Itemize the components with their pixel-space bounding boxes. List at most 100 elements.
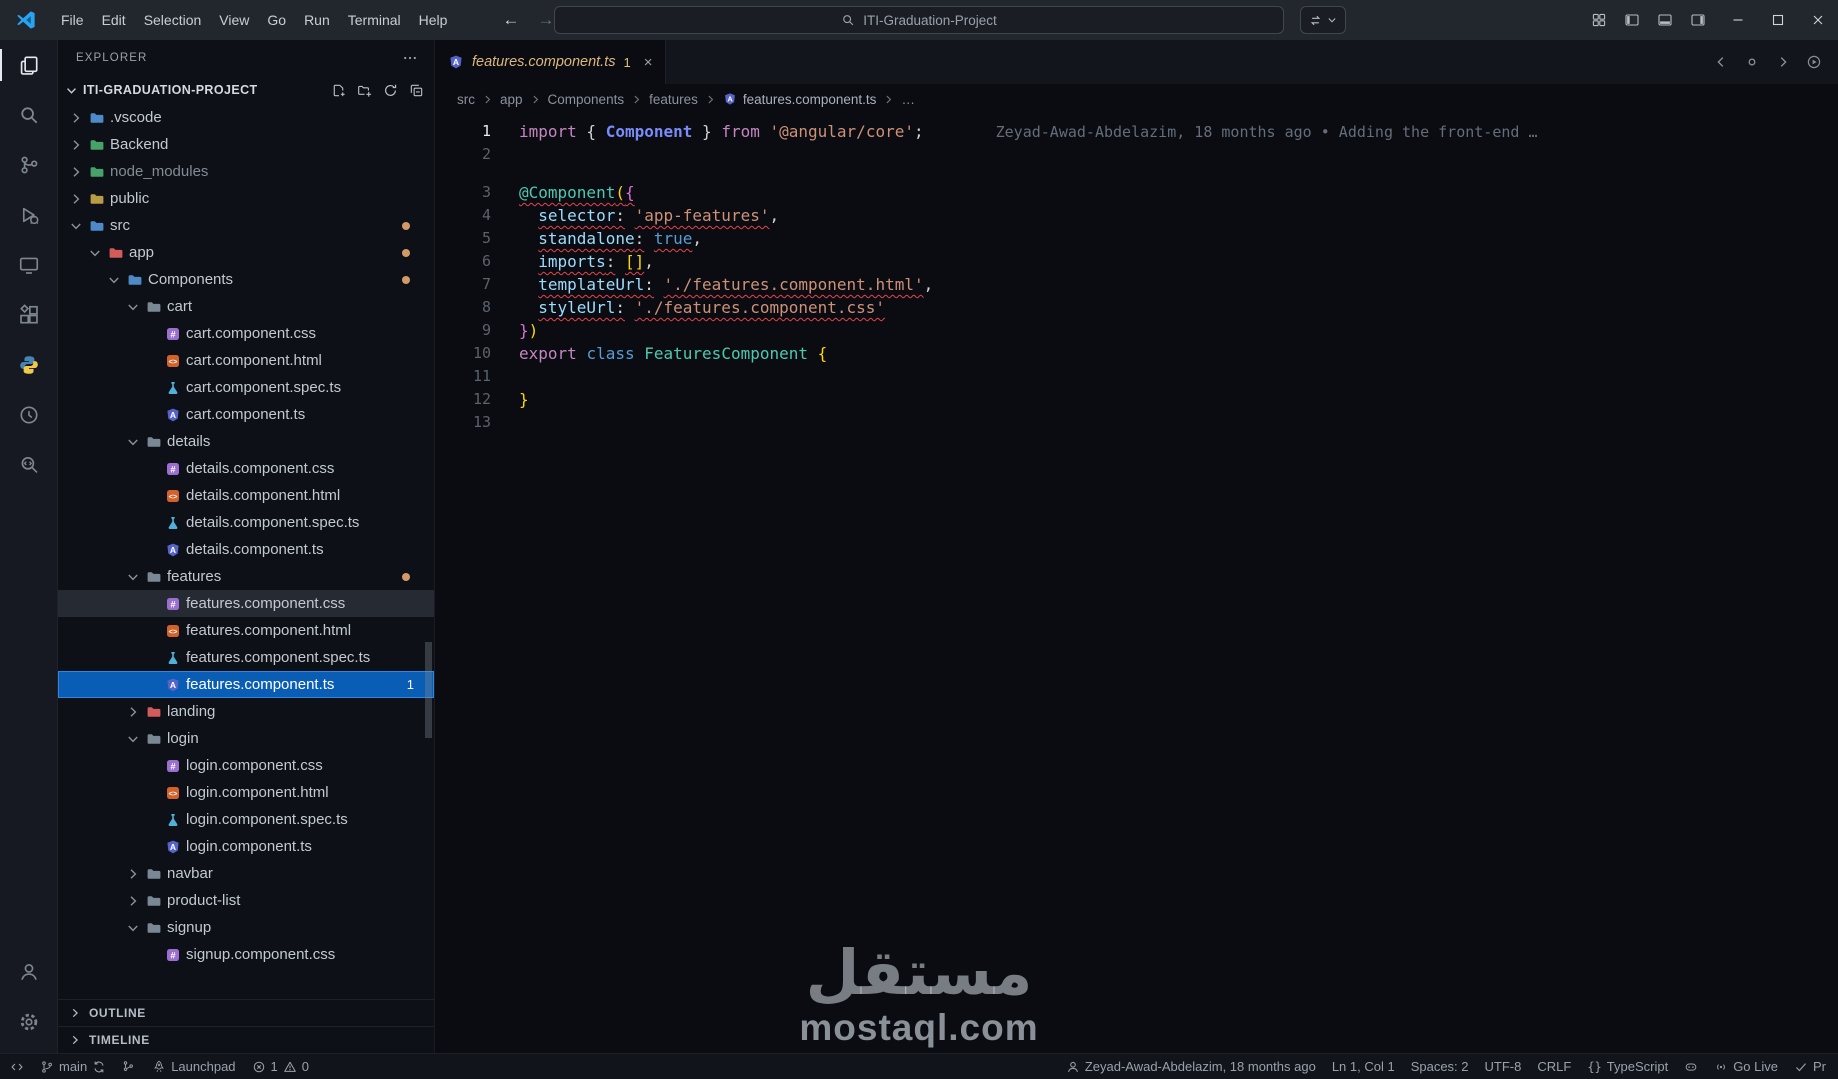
breadcrumb-item[interactable]: app: [500, 92, 523, 107]
code-line-2[interactable]: 2: [435, 143, 1838, 166]
file-features.component.spec.ts[interactable]: features.component.spec.ts: [58, 644, 434, 671]
folder-login[interactable]: login: [58, 725, 434, 752]
code-line-6[interactable]: 6 imports: [],: [435, 250, 1838, 273]
file-details.component.spec.ts[interactable]: details.component.spec.ts: [58, 509, 434, 536]
menu-view[interactable]: View: [210, 7, 258, 33]
folder-Backend[interactable]: Backend: [58, 131, 434, 158]
code-line-4[interactable]: 4 selector: 'app-features',: [435, 204, 1838, 227]
status-problems[interactable]: 10: [252, 1059, 309, 1074]
breadcrumb-more[interactable]: …: [901, 92, 915, 107]
history-forward-icon[interactable]: →: [537, 10, 554, 30]
code-line-13[interactable]: 13: [435, 411, 1838, 434]
file-details.component.css[interactable]: # details.component.css: [58, 455, 434, 482]
refresh-explorer-icon[interactable]: [383, 83, 398, 98]
editor-nav-forward-icon[interactable]: [1775, 54, 1791, 70]
file-features.component.html[interactable]: <> features.component.html: [58, 617, 434, 644]
folder-navbar[interactable]: navbar: [58, 860, 434, 887]
section-outline[interactable]: OUTLINE: [58, 999, 434, 1026]
folder-app[interactable]: app: [58, 239, 434, 266]
status-remote-indicator[interactable]: [10, 1060, 24, 1074]
status-encoding[interactable]: UTF-8: [1485, 1059, 1522, 1074]
menu-go[interactable]: Go: [258, 7, 295, 33]
status-eol[interactable]: CRLF: [1537, 1059, 1571, 1074]
breadcrumb-item[interactable]: Components: [548, 92, 625, 107]
file-details.component.ts[interactable]: Adetails.component.ts: [58, 536, 434, 563]
editor-nav-back-icon[interactable]: [1713, 54, 1729, 70]
activity-search[interactable]: [0, 90, 57, 140]
folder-features[interactable]: features: [58, 563, 434, 590]
sidebar-scrollbar[interactable]: [425, 642, 432, 738]
status-scm-graph[interactable]: [122, 1060, 136, 1074]
maximize-button[interactable]: [1758, 0, 1798, 40]
status-copilot[interactable]: [1684, 1060, 1698, 1074]
file-details.component.html[interactable]: <> details.component.html: [58, 482, 434, 509]
status-indentation[interactable]: Spaces: 2: [1411, 1059, 1469, 1074]
activity-python[interactable]: [0, 340, 57, 390]
file-features.component.ts[interactable]: Afeatures.component.ts 1: [58, 671, 434, 698]
file-features.component.css[interactable]: # features.component.css: [58, 590, 434, 617]
activity-explorer[interactable]: [0, 40, 57, 90]
folder-src[interactable]: src: [58, 212, 434, 239]
toggle-panel-icon[interactable]: [1657, 12, 1673, 28]
breadcrumb-file[interactable]: features.component.ts: [743, 92, 877, 107]
tab-features-component-ts[interactable]: A features.component.ts 1 ×: [435, 40, 667, 84]
editor-nav-dot-icon[interactable]: [1744, 54, 1760, 70]
folder-landing[interactable]: landing: [58, 698, 434, 725]
menu-terminal[interactable]: Terminal: [339, 7, 410, 33]
folder-signup[interactable]: signup: [58, 914, 434, 941]
status-cursor-position[interactable]: Ln 1, Col 1: [1332, 1059, 1395, 1074]
menu-help[interactable]: Help: [410, 7, 457, 33]
project-root[interactable]: ITI-GRADUATION-PROJECT: [58, 76, 434, 104]
collapse-folders-icon[interactable]: [409, 83, 424, 98]
code-line-10[interactable]: 10 export class FeaturesComponent {: [435, 342, 1838, 365]
customize-layout-icon[interactable]: [1591, 12, 1607, 28]
code-line-7[interactable]: 7 templateUrl: './features.component.htm…: [435, 273, 1838, 296]
code-line-9[interactable]: 9}): [435, 319, 1838, 342]
file-cart.component.ts[interactable]: Acart.component.ts: [58, 401, 434, 428]
toggle-secondary-sidebar-icon[interactable]: [1690, 12, 1706, 28]
status-git-blame[interactable]: Zeyad-Awad-Abdelazim, 18 months ago: [1066, 1059, 1316, 1074]
new-file-icon[interactable]: [331, 83, 346, 98]
status-language-mode[interactable]: {} TypeScript: [1587, 1059, 1668, 1074]
folder-public[interactable]: public: [58, 185, 434, 212]
menu-edit[interactable]: Edit: [93, 7, 135, 33]
code-line-1[interactable]: 1 import { Component } from '@angular/cor…: [435, 120, 1838, 143]
folder-cart[interactable]: cart: [58, 293, 434, 320]
activity-extensions[interactable]: [0, 290, 57, 340]
file-login.component.html[interactable]: <> login.component.html: [58, 779, 434, 806]
menu-selection[interactable]: Selection: [135, 7, 211, 33]
close-button[interactable]: [1798, 0, 1838, 40]
activity-run-and-debug[interactable]: [0, 190, 57, 240]
breadcrumb-item[interactable]: features: [649, 92, 698, 107]
code-line-3[interactable]: 3 @Component({: [435, 181, 1838, 204]
activity-live-share[interactable]: [0, 390, 57, 440]
section-timeline[interactable]: TIMELINE: [58, 1026, 434, 1053]
status-prettier[interactable]: Pr: [1794, 1059, 1826, 1074]
new-folder-icon[interactable]: [357, 83, 372, 98]
close-tab-icon[interactable]: ×: [644, 55, 653, 70]
code-line-8[interactable]: 8 styleUrl: './features.component.css': [435, 296, 1838, 319]
folder-node_modules[interactable]: node_modules: [58, 158, 434, 185]
menu-file[interactable]: File: [52, 7, 93, 33]
file-login.component.css[interactable]: # login.component.css: [58, 752, 434, 779]
activity-code-search[interactable]: [0, 440, 57, 490]
code-line-11[interactable]: 11: [435, 365, 1838, 388]
breadcrumb-item[interactable]: src: [457, 92, 475, 107]
activity-remote-explorer[interactable]: [0, 240, 57, 290]
status-go-live[interactable]: Go Live: [1714, 1059, 1778, 1074]
code-line-5[interactable]: 5 standalone: true,: [435, 227, 1838, 250]
folder-Components[interactable]: Components: [58, 266, 434, 293]
activity-source-control[interactable]: [0, 140, 57, 190]
toggle-primary-sidebar-icon[interactable]: [1624, 12, 1640, 28]
folder-.vscode[interactable]: .vscode: [58, 104, 434, 131]
folder-details[interactable]: details: [58, 428, 434, 455]
status-launchpad[interactable]: Launchpad: [152, 1059, 236, 1074]
more-actions-icon[interactable]: [402, 50, 418, 66]
command-center-search[interactable]: ITI-Graduation-Project: [554, 6, 1284, 34]
command-center-menu[interactable]: [1300, 6, 1346, 34]
folder-product-list[interactable]: product-list: [58, 887, 434, 914]
file-signup.component.css[interactable]: # signup.component.css: [58, 941, 434, 968]
file-cart.component.spec.ts[interactable]: cart.component.spec.ts: [58, 374, 434, 401]
file-login.component.ts[interactable]: Alogin.component.ts: [58, 833, 434, 860]
menu-run[interactable]: Run: [295, 7, 339, 33]
